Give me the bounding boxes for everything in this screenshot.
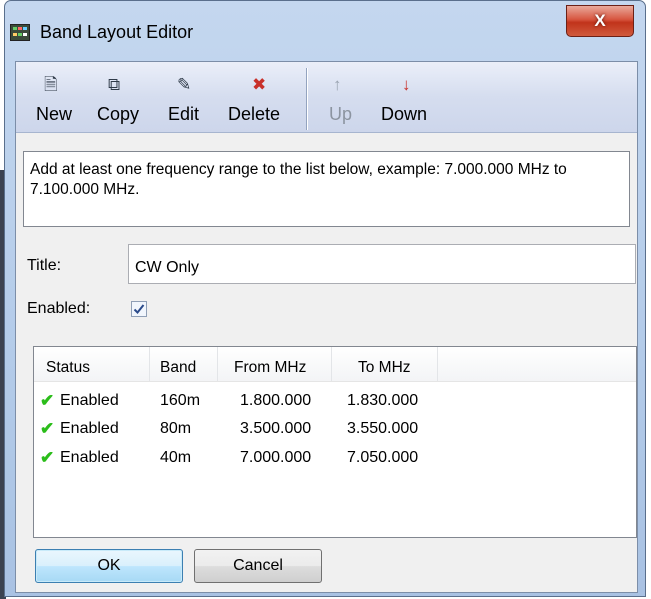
list-row[interactable]: ✔ Enabled 160m 1.800.000 1.830.000 [34,388,636,414]
column-header-to[interactable]: To MHz [332,347,438,381]
hint-text: Add at least one frequency range to the … [30,161,567,198]
new-document-icon: 🗎 [44,75,58,94]
list-row[interactable]: ✔ Enabled 40m 7.000.000 7.050.000 [34,445,636,471]
copy-icon: ⧉ [108,75,121,94]
cancel-button[interactable]: Cancel [194,549,322,583]
copy-label: Copy [97,104,140,124]
close-icon: X [594,11,606,30]
row-from: 7.000.000 [240,449,312,466]
delete-button[interactable]: ✖ Delete [222,62,296,132]
check-icon: ✔ [40,391,55,410]
row-band: 80m [160,420,192,437]
checkmark-icon [133,304,145,314]
enabled-checkbox[interactable] [131,301,147,317]
copy-button[interactable]: ⧉ Copy [90,62,152,132]
down-label: Down [381,104,428,124]
column-header-status[interactable]: Status [34,347,150,381]
new-button[interactable]: 🗎 New [30,62,82,132]
up-label: Up [329,104,353,124]
row-to: 3.550.000 [347,420,419,437]
row-band: 40m [160,449,192,466]
title-input[interactable] [128,244,636,284]
row-from: 1.800.000 [240,392,312,409]
up-button[interactable]: ↑ Up [320,62,366,132]
arrow-up-icon: ↑ [333,75,342,94]
row-to: 7.050.000 [347,449,419,466]
window-title: Band Layout Editor [40,22,194,42]
row-band: 160m [160,392,201,409]
new-label: New [36,104,73,124]
check-icon: ✔ [40,419,55,438]
row-status: Enabled [60,392,119,409]
title-label: Title: [27,257,62,274]
app-icon [10,24,30,41]
edit-icon: ✎ [177,75,192,94]
arrow-down-icon: ↓ [402,75,411,94]
close-button[interactable]: X [566,5,634,37]
list-row[interactable]: ✔ Enabled 80m 3.500.000 3.550.000 [34,416,636,442]
column-header-from[interactable]: From MHz [218,347,332,381]
down-button[interactable]: ↓ Down [374,62,444,132]
edit-label: Edit [168,104,200,124]
ok-button[interactable]: OK [35,549,183,583]
row-status: Enabled [60,449,119,466]
edit-button[interactable]: ✎ Edit [162,62,214,132]
delete-icon: ✖ [252,75,267,94]
column-header-band[interactable]: Band [150,347,218,381]
enabled-label: Enabled: [27,300,91,317]
toolbar-separator [306,68,307,130]
row-from: 3.500.000 [240,420,312,437]
check-icon: ✔ [40,448,55,467]
row-status: Enabled [60,420,119,437]
delete-label: Delete [228,104,281,124]
row-to: 1.830.000 [347,392,419,409]
